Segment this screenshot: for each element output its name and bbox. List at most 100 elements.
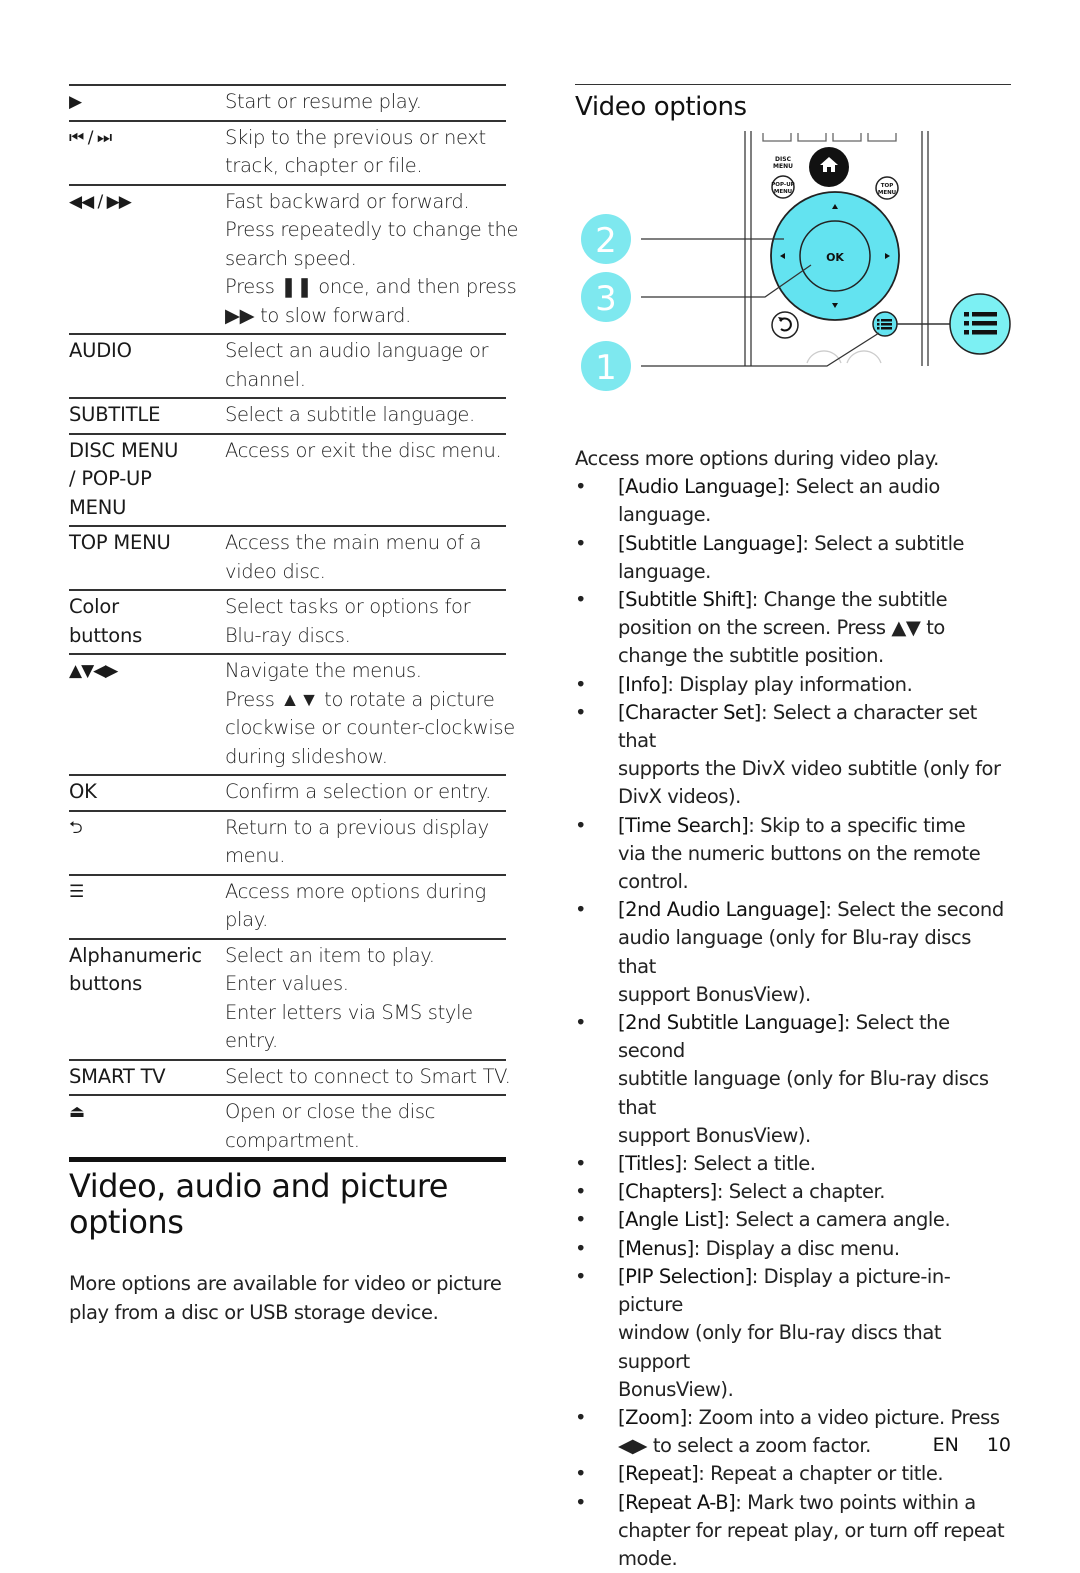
option-term: [Audio Language] <box>618 475 784 499</box>
options-lead: Access more options during video play. <box>575 447 939 470</box>
option-text: : Display a disc menu. <box>693 1236 900 1260</box>
option-text: : Select a chapter. <box>716 1180 886 1204</box>
description-line: Skip to the previous or next <box>225 125 486 149</box>
key-label-line: buttons <box>69 623 143 647</box>
option-text: : Change the subtitle <box>751 588 948 612</box>
option-text-continued: support BonusView). <box>618 1123 811 1147</box>
list-item: • [2nd Audio Language]: Select the second… <box>575 896 1011 1009</box>
key-description: Access or exit the disc menu. <box>225 437 506 523</box>
svg-text:MENU: MENU <box>774 189 792 195</box>
description-line: Access or exit the disc menu. <box>225 438 502 462</box>
table-row: ⮌ Return to a previous display menu. <box>69 812 506 876</box>
item-first-line: [2nd Audio Language]: Select the second <box>618 896 1011 924</box>
intro-line: More options are available for video or … <box>69 1272 502 1295</box>
description-line: Press ▲▼ to rotate a picture <box>225 687 495 711</box>
key-label-line: MENU <box>69 495 127 519</box>
eject-icon: ⏏ <box>69 1102 85 1122</box>
description-line: Select an audio language or <box>225 339 489 362</box>
key-label: TOP MENU <box>69 531 171 554</box>
option-text: : Skip to a specific time <box>748 813 966 837</box>
option-term: [2nd Subtitle Language] <box>618 1011 844 1035</box>
option-text: : Zoom into a video picture. Press <box>686 1405 1000 1429</box>
key-description: Open or close the disc compartment. <box>225 1098 506 1155</box>
option-text-continued: window (only for Blu-ray discs that supp… <box>618 1321 942 1373</box>
option-term: [Character Set] <box>618 700 761 724</box>
description-line: clockwise or counter-clockwise <box>225 716 515 739</box>
navigation-arrows-icon: ▲▼◀▶ <box>69 661 118 681</box>
option-text-continued: DivX videos). <box>618 785 741 809</box>
key-label: Color buttons <box>69 593 225 650</box>
description-line: Select to connect to Smart TV. <box>225 1064 511 1088</box>
option-text-continued: position on the screen. Press ▲▼ to <box>618 616 945 640</box>
option-text-continued: control. <box>618 870 689 894</box>
table-row: ⏮ / ⏭ Skip to the previous or next track, … <box>69 122 506 186</box>
remote-illustration: DISC MENU POP-UP MENU TOP MENU OK 2 3 1 <box>575 131 1011 411</box>
description-line: Confirm a selection or entry. <box>225 780 492 803</box>
bullet-icon: • <box>575 588 587 612</box>
language-code: EN <box>932 1434 959 1456</box>
description-line: menu. <box>225 844 286 867</box>
page-number: 10 <box>986 1434 1011 1456</box>
description-line: play. <box>225 908 268 931</box>
option-text: : Select a subtitle <box>802 531 965 555</box>
options-icon: ☰ <box>69 881 84 902</box>
bullet-icon: • <box>575 475 587 499</box>
bullet-icon: • <box>575 1405 587 1429</box>
description-line: Select an item to play. <box>225 943 435 967</box>
video-options-column: Video options DISC MENU POP-UP MENU TOP … <box>575 84 1011 1573</box>
list-item: • [2nd Subtitle Language]: Select the sec… <box>575 1009 1011 1150</box>
option-text-continued: via the numeric buttons on the remote <box>618 841 981 865</box>
key-description: Skip to the previous or next track, chapt… <box>225 124 506 181</box>
prev-next-icon: ⏮ / ⏭ <box>69 127 112 148</box>
item-first-line: [Titles]: Select a title. <box>618 1150 1011 1178</box>
bullet-icon: • <box>575 1462 587 1486</box>
callout-1: 1 <box>581 341 631 391</box>
bullet-icon: • <box>575 1152 587 1176</box>
option-text-continued: change the subtitle position. <box>618 644 884 668</box>
item-first-line: [2nd Subtitle Language]: Select the seco… <box>618 1009 1011 1065</box>
back-button <box>771 311 799 339</box>
list-item: • [Character Set]: Select a character set… <box>575 699 1011 812</box>
subsection-title: Video options <box>575 92 747 122</box>
option-term: [Subtitle Shift] <box>618 588 752 612</box>
list-item: • [Audio Language]: Select an audio langua… <box>575 473 1011 529</box>
option-text-continued: support BonusView). <box>618 982 811 1006</box>
svg-text:MENU: MENU <box>878 190 896 196</box>
description-line: video disc. <box>225 559 326 583</box>
options-large-icon <box>964 312 997 335</box>
key-label-line: Color <box>69 595 119 618</box>
video-options-list: • [Audio Language]: Select an audio langua… <box>575 473 1011 1573</box>
bullet-icon: • <box>575 531 587 555</box>
description-line: Fast backward or forward. <box>225 189 470 213</box>
list-item: • [Repeat]: Repeat a chapter or title. <box>575 1460 1011 1488</box>
option-term: [Repeat A-B] <box>618 1490 736 1514</box>
bullet-icon: • <box>575 1180 587 1204</box>
key-label-line: Alphanumeric <box>69 943 202 967</box>
svg-text:TOP: TOP <box>881 183 893 189</box>
item-first-line: [Time Search]: Skip to a specific time <box>618 812 1011 840</box>
rewind-forward-icon: ◀◀ / ▶▶ <box>69 191 132 212</box>
description-line: Access more options during <box>225 879 486 903</box>
option-text: : Mark two points within a <box>735 1490 976 1514</box>
description-line: Blu-ray discs. <box>225 623 351 647</box>
description-line: Start or resume play. <box>225 90 422 113</box>
list-item: • [Menus]: Display a disc menu. <box>575 1235 1011 1263</box>
item-first-line: [Repeat A-B]: Mark two points within a <box>618 1489 1011 1517</box>
svg-text:2: 2 <box>595 221 617 261</box>
description-line: ▶▶ to slow forward. <box>225 303 411 327</box>
item-first-line: [Menus]: Display a disc menu. <box>618 1235 1011 1263</box>
list-item: • [Chapters]: Select a chapter. <box>575 1178 1011 1206</box>
bullet-icon: • <box>575 672 587 696</box>
table-row: ▶ Start or resume play. <box>69 86 506 122</box>
description-line: Select a subtitle language. <box>225 403 475 426</box>
color-buttons <box>762 133 897 142</box>
item-first-line: [Subtitle Shift]: Change the subtitle <box>618 586 1011 614</box>
description-line: search speed. <box>225 246 357 270</box>
table-row: AUDIO Select an audio language or channel. <box>69 335 506 399</box>
option-term: [Menus] <box>618 1236 694 1260</box>
bullet-icon: • <box>575 1490 587 1514</box>
key-label: SMART TV <box>69 1064 166 1088</box>
description-line: track, chapter or file. <box>225 154 423 177</box>
key-label: DISC MENU / POP-UP MENU <box>69 437 225 523</box>
description-line: compartment. <box>225 1128 360 1152</box>
